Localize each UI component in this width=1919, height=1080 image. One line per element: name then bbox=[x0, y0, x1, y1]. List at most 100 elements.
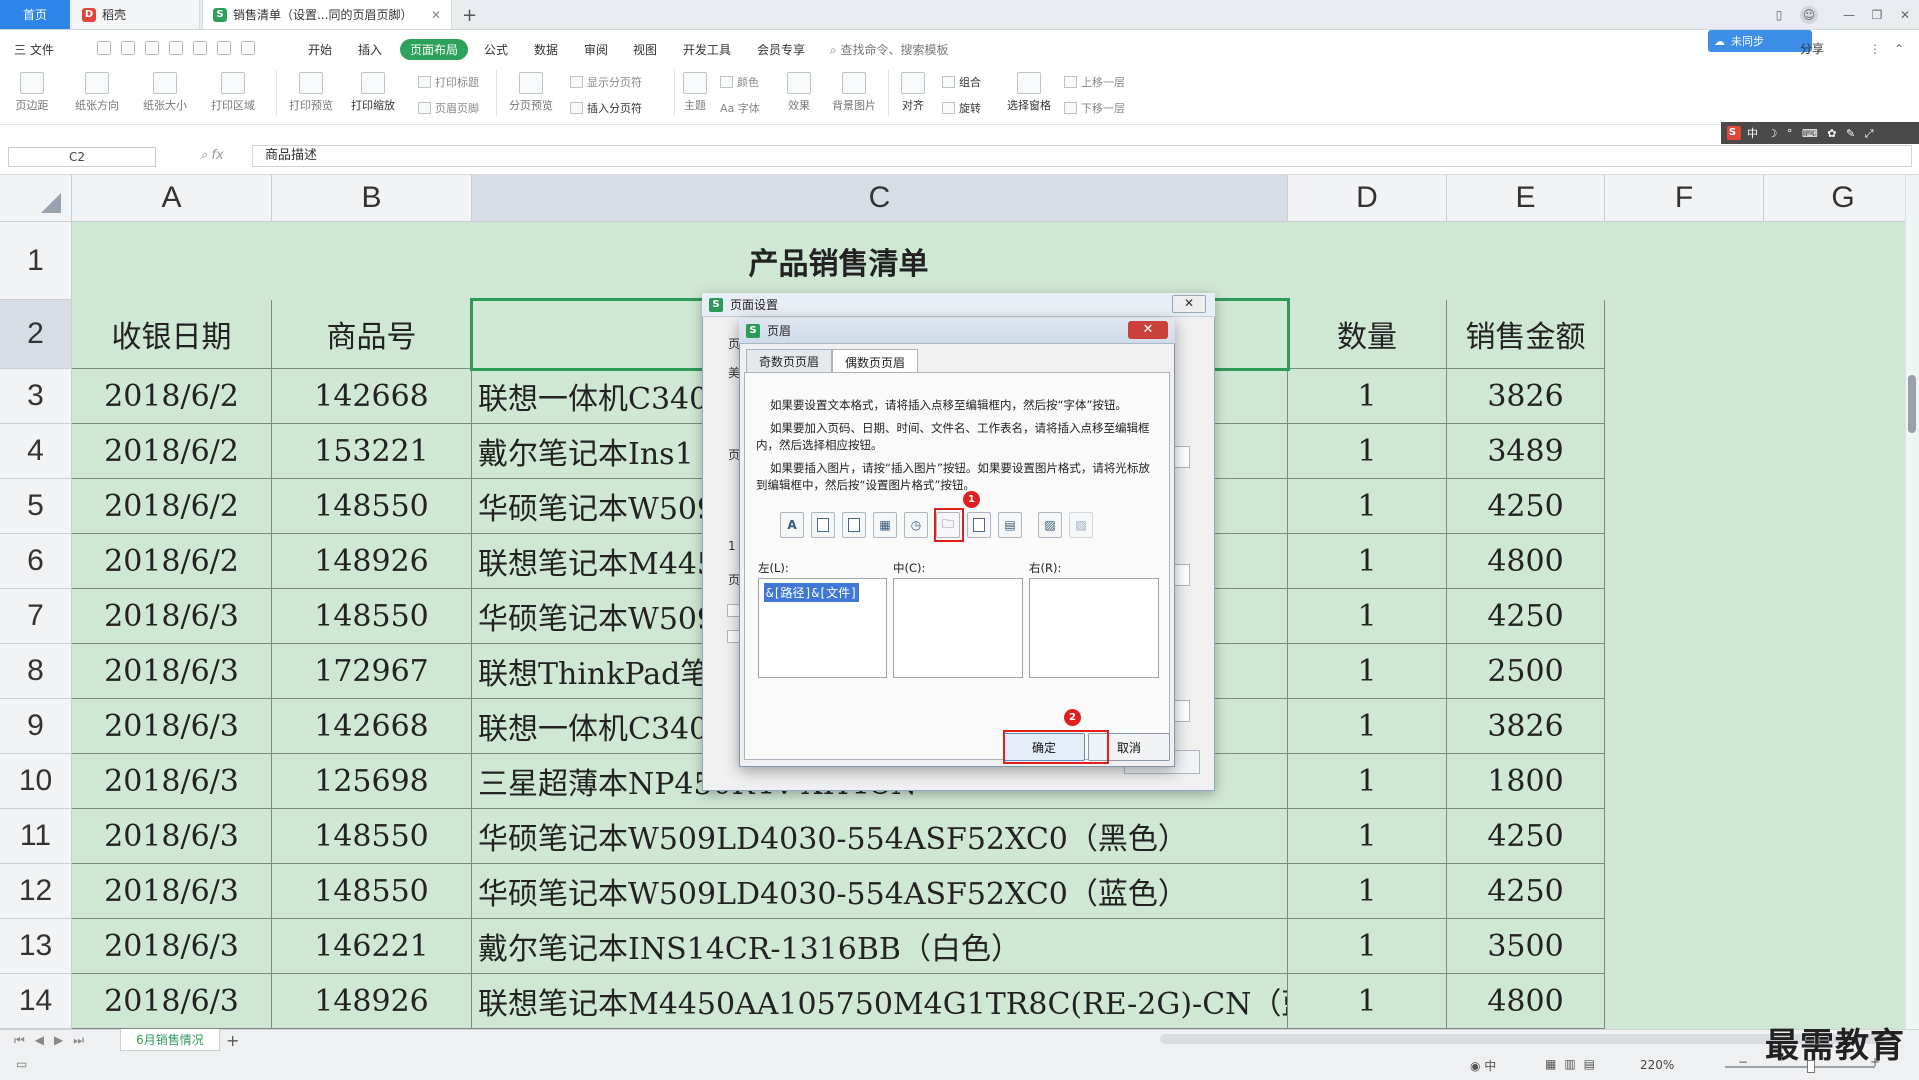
more-icon[interactable]: ⋮ bbox=[1866, 40, 1884, 58]
sync-status-badge[interactable]: ☁ 未同步 bbox=[1708, 30, 1812, 52]
tab-active-document[interactable]: S 销售清单（设置...同的页眉页脚） ✕ bbox=[202, 0, 452, 29]
minimize-icon[interactable]: — bbox=[1840, 6, 1858, 24]
cell-id[interactable]: 148550 bbox=[272, 809, 472, 864]
menu-data[interactable]: 数据 bbox=[534, 41, 558, 58]
cell-qty[interactable]: 1 bbox=[1288, 919, 1447, 974]
theme-button[interactable]: 主题 bbox=[678, 72, 712, 113]
cell-amount[interactable]: 3826 bbox=[1447, 699, 1605, 754]
cell-id[interactable]: 172967 bbox=[272, 644, 472, 699]
cell-date[interactable]: 2018/6/3 bbox=[72, 919, 272, 974]
command-search[interactable]: ⌕ 查找命令、搜索模板 bbox=[830, 41, 949, 58]
cell-desc[interactable]: 华硕笔记本W509LD4030-554ASF52XC0（蓝色） bbox=[472, 864, 1288, 919]
cell-date[interactable]: 2018/6/2 bbox=[72, 424, 272, 479]
column-header-c[interactable]: C bbox=[472, 175, 1288, 222]
page-number-icon[interactable] bbox=[811, 512, 835, 538]
align-button[interactable]: 对齐 bbox=[896, 72, 930, 113]
cell-qty[interactable]: 1 bbox=[1288, 864, 1447, 919]
column-header-g[interactable]: G bbox=[1764, 175, 1905, 222]
cell-date[interactable]: 2018/6/3 bbox=[72, 864, 272, 919]
column-header-a[interactable]: A bbox=[72, 175, 272, 222]
restore-icon[interactable]: ❐ bbox=[1868, 6, 1886, 24]
share-button[interactable]: 分享 bbox=[1800, 40, 1824, 57]
row-header[interactable]: 8 bbox=[0, 644, 72, 699]
menu-review[interactable]: 审阅 bbox=[584, 41, 608, 58]
print-icon[interactable] bbox=[169, 41, 183, 55]
cell-id[interactable]: 146221 bbox=[272, 919, 472, 974]
cell-date[interactable]: 2018/6/3 bbox=[72, 974, 272, 1029]
macro-icon[interactable]: ▭ bbox=[16, 1057, 27, 1071]
cell-id[interactable]: 142668 bbox=[272, 369, 472, 424]
new-tab-icon[interactable]: + bbox=[462, 5, 477, 26]
cell-amount[interactable]: 4800 bbox=[1447, 534, 1605, 589]
sheet-name-icon[interactable]: ▤ bbox=[998, 512, 1022, 538]
view-mode-icons[interactable]: ▦▥▤ bbox=[1545, 1057, 1603, 1071]
cell-qty[interactable]: 1 bbox=[1288, 424, 1447, 479]
file-name-icon[interactable] bbox=[967, 512, 991, 538]
cell-id[interactable]: 148550 bbox=[272, 589, 472, 644]
cell-id[interactable]: 148550 bbox=[272, 479, 472, 534]
row-header[interactable]: 4 bbox=[0, 424, 72, 479]
file-menu[interactable]: 三 文件 bbox=[14, 41, 54, 58]
row-header[interactable]: 3 bbox=[0, 369, 72, 424]
page-break-preview-button[interactable]: 分页预览 bbox=[504, 72, 558, 113]
tab-even-page-header[interactable]: 偶数页页眉 bbox=[832, 349, 918, 374]
menu-page-layout[interactable]: 页面布局 bbox=[400, 39, 469, 60]
sheet-nav-arrows-icon[interactable]: ⏮◀▶⏭ bbox=[14, 1033, 94, 1048]
cell-date[interactable]: 2018/6/3 bbox=[72, 699, 272, 754]
column-header-d[interactable]: D bbox=[1288, 175, 1447, 222]
ime-toolbar[interactable]: S 中 ☽ ° ⌨ ✿ ✎ ⤢ bbox=[1721, 122, 1919, 144]
page-setup-close-button[interactable]: ✕ bbox=[1172, 295, 1206, 313]
row-header[interactable]: 2 bbox=[0, 300, 72, 369]
function-icon[interactable]: ⌕ fx bbox=[200, 148, 224, 163]
cell-amount[interactable]: 4800 bbox=[1447, 974, 1605, 1029]
sheet-tab-june-sales[interactable]: 6月销售情况 bbox=[120, 1029, 220, 1051]
menu-start[interactable]: 开始 bbox=[308, 41, 332, 58]
cell-amount[interactable]: 2500 bbox=[1447, 644, 1605, 699]
header-cell-date[interactable]: 收银日期 bbox=[72, 300, 272, 369]
colors-button[interactable]: 颜色 bbox=[720, 74, 759, 90]
left-section-value[interactable]: &[路径]&[文件] bbox=[764, 583, 860, 602]
cell-date[interactable]: 2018/6/2 bbox=[72, 369, 272, 424]
cell-date[interactable]: 2018/6/2 bbox=[72, 534, 272, 589]
bring-forward-button[interactable]: 上移一层 bbox=[1064, 74, 1125, 90]
cell-id[interactable]: 125698 bbox=[272, 754, 472, 809]
effects-button[interactable]: 效果 bbox=[782, 72, 816, 113]
eye-protect-icon[interactable]: ◉ 中 bbox=[1470, 1057, 1496, 1074]
row-header[interactable]: 9 bbox=[0, 699, 72, 754]
page-setup-dialog-titlebar[interactable]: 页面设置 bbox=[702, 293, 1215, 317]
avatar[interactable]: ☺ bbox=[1800, 6, 1818, 24]
header-cell-id[interactable]: 商品号 bbox=[272, 300, 472, 369]
header-dialog-titlebar[interactable]: 页眉 bbox=[739, 318, 1175, 344]
print-preview-button[interactable]: 打印预览 bbox=[284, 72, 338, 113]
zoom-level[interactable]: 220% bbox=[1640, 1058, 1674, 1072]
redo-icon[interactable] bbox=[241, 41, 255, 55]
collapse-ribbon-icon[interactable]: ⌃ bbox=[1890, 40, 1908, 58]
cell-date[interactable]: 2018/6/3 bbox=[72, 644, 272, 699]
format-painter-icon[interactable] bbox=[145, 41, 159, 55]
cell-qty[interactable]: 1 bbox=[1288, 974, 1447, 1029]
header-cell-qty[interactable]: 数量 bbox=[1288, 300, 1447, 369]
close-window-icon[interactable]: ✕ bbox=[1896, 6, 1914, 24]
cell-qty[interactable]: 1 bbox=[1288, 754, 1447, 809]
header-cell-amount[interactable]: 销售金额 bbox=[1447, 300, 1605, 369]
selection-pane-button[interactable]: 选择窗格 bbox=[1002, 72, 1056, 113]
cell-amount[interactable]: 1800 bbox=[1447, 754, 1605, 809]
right-section-input[interactable] bbox=[1029, 578, 1159, 678]
preview-icon[interactable] bbox=[193, 41, 207, 55]
select-all-corner[interactable] bbox=[0, 175, 72, 222]
row-header[interactable]: 5 bbox=[0, 479, 72, 534]
cell-qty[interactable]: 1 bbox=[1288, 534, 1447, 589]
page-count-icon[interactable] bbox=[842, 512, 866, 538]
menu-developer[interactable]: 开发工具 bbox=[683, 41, 731, 58]
cell-qty[interactable]: 1 bbox=[1288, 644, 1447, 699]
show-page-breaks-checkbox[interactable]: 显示分页符 bbox=[570, 74, 642, 90]
cell-date[interactable]: 2018/6/2 bbox=[72, 479, 272, 534]
cell-id[interactable]: 148550 bbox=[272, 864, 472, 919]
tab-docer[interactable]: D 稻壳 bbox=[72, 0, 200, 29]
cell-qty[interactable]: 1 bbox=[1288, 479, 1447, 534]
save-icon[interactable] bbox=[121, 41, 135, 55]
row-header[interactable]: 11 bbox=[0, 809, 72, 864]
cell-amount[interactable]: 3826 bbox=[1447, 369, 1605, 424]
row-header[interactable]: 14 bbox=[0, 974, 72, 1029]
center-section-input[interactable] bbox=[893, 578, 1023, 678]
